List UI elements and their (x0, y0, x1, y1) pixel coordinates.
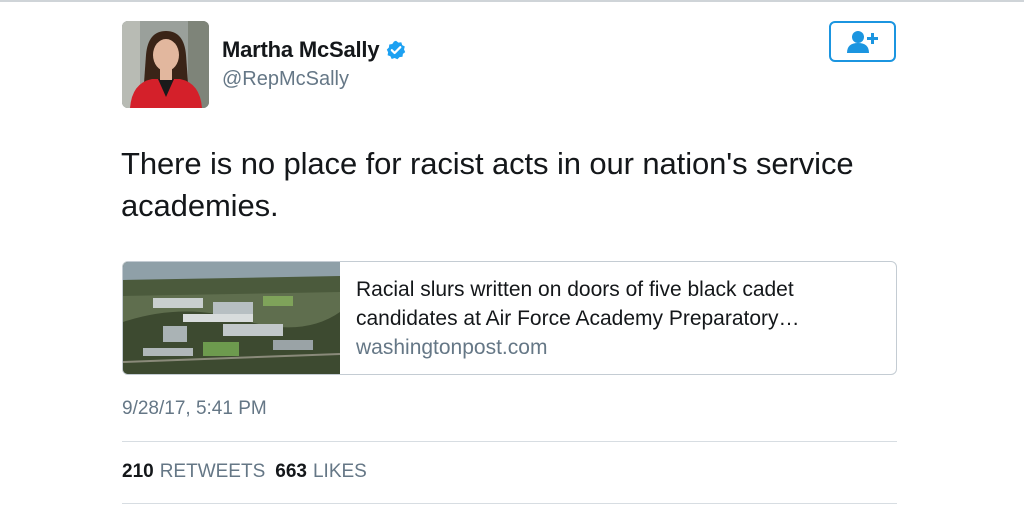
top-divider (0, 0, 1024, 2)
card-body[interactable]: Racial slurs written on doors of five bl… (340, 262, 896, 374)
follow-button[interactable] (829, 21, 896, 62)
card-thumbnail (123, 262, 340, 374)
verified-badge-icon (386, 40, 406, 60)
author-display-name[interactable]: Martha McSally (222, 37, 380, 63)
card-domain: washingtonpost.com (356, 336, 548, 359)
likes-stat[interactable]: 663 LIKES (275, 461, 367, 483)
author-name-row[interactable]: Martha McSally (222, 37, 406, 63)
engagement-stats: 210 RETWEETS 663 LIKES (122, 461, 367, 483)
profile-photo (122, 21, 209, 108)
avatar[interactable] (122, 21, 209, 108)
tweet-text: There is no place for racist acts in our… (121, 146, 854, 223)
likes-count: 663 (275, 461, 307, 482)
divider (122, 441, 897, 442)
retweets-count: 210 (122, 461, 154, 482)
author-handle[interactable]: @RepMcSally (222, 68, 349, 91)
retweets-stat[interactable]: 210 RETWEETS (122, 461, 265, 483)
tweet-timestamp[interactable]: 9/28/17, 5:41 PM (122, 398, 267, 420)
likes-label: LIKES (312, 461, 367, 482)
link-card[interactable]: Racial slurs written on doors of five bl… (122, 261, 897, 375)
aerial-campus-photo (123, 262, 340, 374)
follow-user-icon (846, 30, 878, 53)
divider (122, 503, 897, 504)
retweets-label: RETWEETS (159, 461, 266, 482)
card-title[interactable]: Racial slurs written on doors of five bl… (356, 275, 896, 333)
